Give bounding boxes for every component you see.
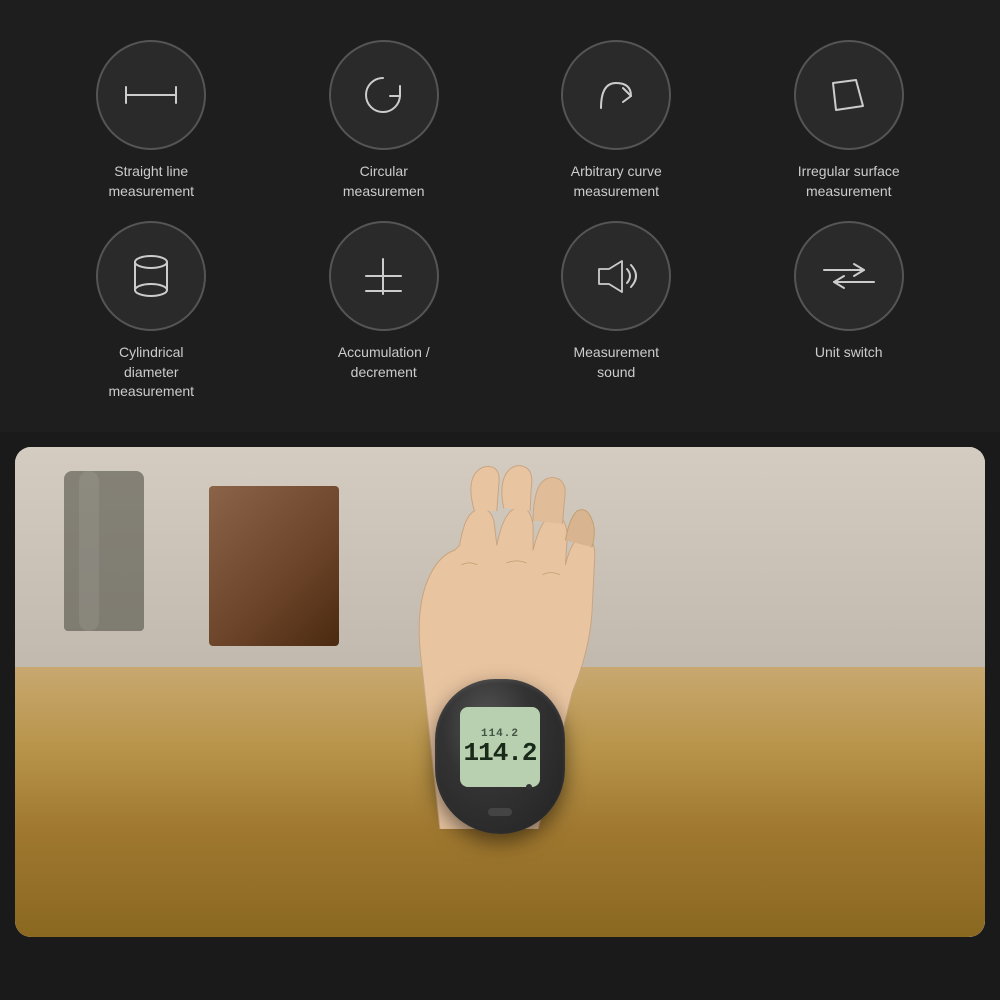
device-dot (526, 784, 532, 790)
feature-unit-switch: Unit switch (738, 221, 961, 402)
device-body: 114.2 114.2 (435, 679, 565, 834)
feature-irregular-surface: Irregular surfacemeasurement (738, 40, 961, 201)
feature-sound: Measurementsound (505, 221, 728, 402)
straight-line-circle (96, 40, 206, 150)
arbitrary-curve-label: Arbitrary curvemeasurement (571, 162, 662, 201)
circular-icon (356, 68, 411, 123)
main-container: Straight linemeasurement Circularmeasure… (0, 0, 1000, 937)
feature-straight-line: Straight linemeasurement (40, 40, 263, 201)
measurement-device: 114.2 114.2 (435, 679, 565, 839)
arbitrary-curve-circle (561, 40, 671, 150)
unit-switch-circle (794, 221, 904, 331)
irregular-surface-icon (821, 68, 876, 123)
features-section: Straight linemeasurement Circularmeasure… (0, 0, 1000, 432)
cylindrical-label: Cylindricaldiametermeasurement (108, 343, 194, 402)
irregular-surface-label: Irregular surfacemeasurement (798, 162, 900, 201)
device-button (488, 808, 512, 816)
accumulation-icon (356, 249, 411, 304)
sound-circle (561, 221, 671, 331)
feature-arbitrary-curve: Arbitrary curvemeasurement (505, 40, 728, 201)
product-photo: 114.2 114.2 (15, 447, 985, 937)
device-display-main: 114.2 (463, 740, 536, 766)
straight-line-label: Straight linemeasurement (108, 162, 194, 201)
straight-line-icon (121, 75, 181, 115)
background-glass (64, 471, 144, 631)
feature-cylindrical: Cylindricaldiametermeasurement (40, 221, 263, 402)
feature-accumulation: Accumulation /decrement (273, 221, 496, 402)
unit-switch-icon (819, 256, 879, 296)
feature-circular: Circularmeasuremen (273, 40, 496, 201)
arbitrary-curve-icon (589, 68, 644, 123)
circular-label: Circularmeasuremen (343, 162, 425, 201)
unit-switch-label: Unit switch (815, 343, 883, 363)
circular-circle (329, 40, 439, 150)
accumulation-label: Accumulation /decrement (338, 343, 430, 382)
photo-background: 114.2 114.2 (15, 447, 985, 937)
accumulation-circle (329, 221, 439, 331)
sound-icon (589, 249, 644, 304)
cylindrical-icon (124, 246, 179, 306)
irregular-surface-circle (794, 40, 904, 150)
background-box (209, 486, 339, 646)
cylindrical-circle (96, 221, 206, 331)
features-grid: Straight linemeasurement Circularmeasure… (20, 30, 980, 412)
device-screen: 114.2 114.2 (460, 707, 540, 787)
sound-label: Measurementsound (573, 343, 659, 382)
